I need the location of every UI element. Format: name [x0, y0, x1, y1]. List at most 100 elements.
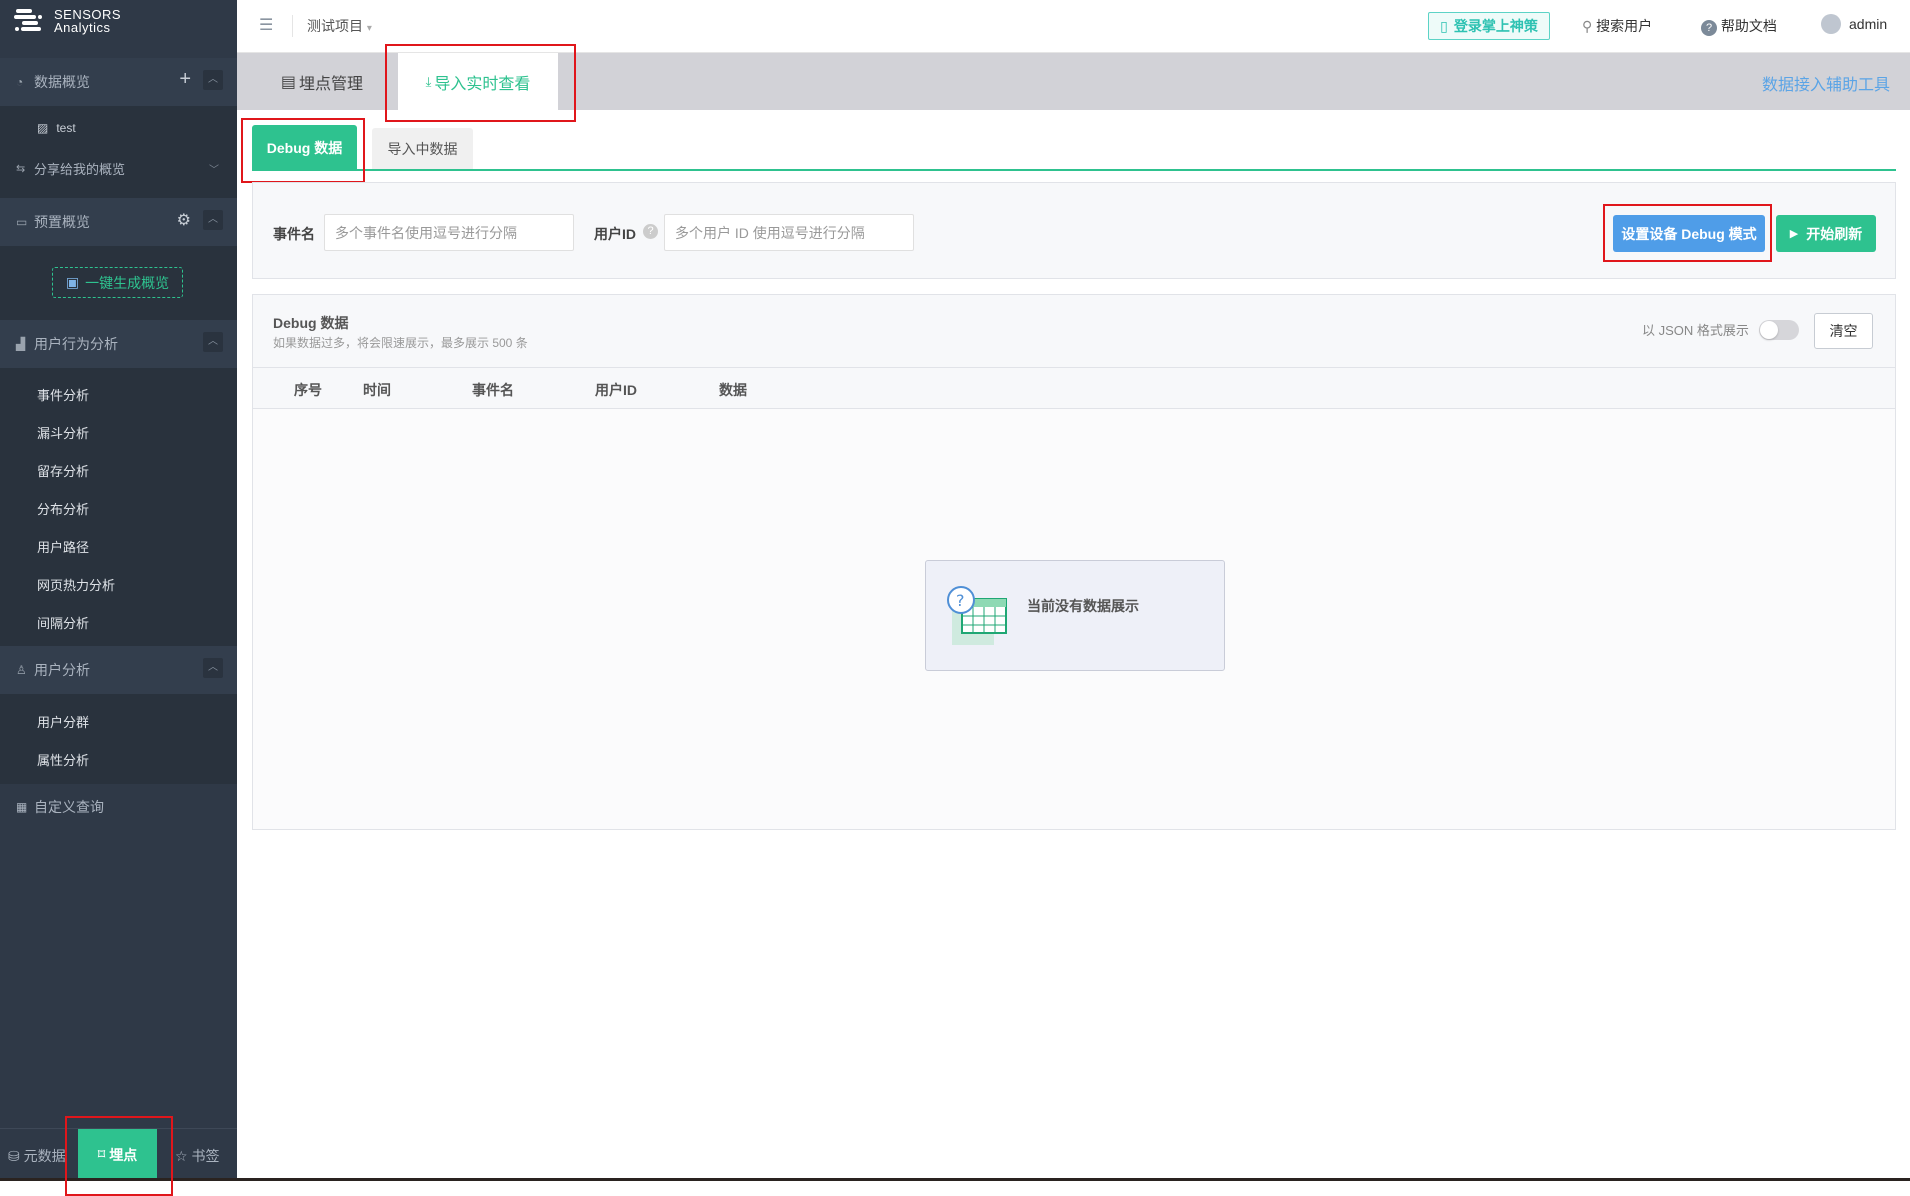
chevron-down-icon[interactable]: ﹀ — [209, 161, 219, 176]
event-name-input[interactable] — [324, 214, 574, 251]
toggle-knob — [1760, 321, 1778, 339]
column-header-index[interactable]: 序号 — [294, 380, 322, 400]
empty-table-icon: ? — [944, 585, 1010, 647]
json-toggle-label: 以 JSON 格式展示 — [1642, 320, 1749, 339]
sidebar-item-property-analysis[interactable]: 属性分析 — [37, 750, 89, 769]
user-icon: ♙ — [16, 663, 34, 677]
highlight-box — [385, 44, 576, 122]
sidebar-item-funnel[interactable]: 漏斗分析 — [37, 423, 89, 442]
add-overview-button[interactable]: + — [179, 68, 191, 91]
sidebar-section-behavior[interactable]: ▟ 用户行为分析 ︿ — [0, 320, 237, 368]
sidebar-section-preset-overview[interactable]: ▭ 预置概览 ⚙ ︿ — [0, 198, 237, 246]
database-icon: ⛁ — [8, 1148, 20, 1164]
metadata-tab[interactable]: ⛁ 元数据 — [8, 1146, 66, 1166]
overview-list: ▨ test ⇆ 分享给我的概览 ﹀ — [0, 106, 237, 198]
column-header-data[interactable]: 数据 — [719, 380, 747, 400]
logo[interactable]: SENSORSAnalytics — [14, 8, 121, 34]
clear-button[interactable]: 清空 — [1814, 313, 1873, 349]
sidebar-item-distribution[interactable]: 分布分析 — [37, 499, 89, 518]
tab-tracking-management[interactable]: ▤埋点管理 — [264, 53, 380, 110]
section-label: 数据概览 — [34, 72, 90, 92]
sidebar-item-custom-query[interactable]: ▦ 自定义查询 — [0, 787, 237, 827]
button-label: 一键生成概览 — [85, 273, 169, 293]
play-icon: ▶ — [1790, 227, 1798, 240]
behavior-list: 事件分析 漏斗分析 留存分析 分布分析 用户路径 网页热力分析 间隔分析 — [0, 368, 237, 646]
tab-label: 埋点管理 — [299, 70, 363, 94]
section-label: 用户分析 — [34, 660, 90, 680]
debug-data-panel: Debug 数据 如果数据过多，将会限速展示，最多展示 500 条 以 JSON… — [252, 294, 1896, 830]
help-docs-link[interactable]: ? 帮助文档 — [1701, 16, 1777, 36]
section-label: 用户行为分析 — [34, 334, 118, 354]
presentation-icon: ▭ — [16, 215, 34, 229]
sidebar-item-event-analysis[interactable]: 事件分析 — [37, 385, 89, 404]
highlight-box — [1603, 204, 1772, 262]
link-label: 帮助文档 — [1721, 18, 1777, 34]
empty-state: ? 当前没有数据展示 — [925, 560, 1225, 671]
svg-text:?: ? — [956, 591, 965, 610]
gauge-icon: ◔ — [16, 75, 34, 89]
sidebar-item-heatmap[interactable]: 网页热力分析 — [37, 575, 115, 594]
sensors-logo-icon — [14, 8, 44, 34]
gear-icon[interactable]: ⚙ — [177, 210, 191, 230]
data-access-helper-link[interactable]: 数据接入辅助工具 — [1762, 71, 1890, 95]
user-menu[interactable]: admin — [1821, 14, 1887, 34]
search-icon: ⚲ — [1582, 18, 1592, 34]
sidebar-item-user-path[interactable]: 用户路径 — [37, 537, 89, 556]
chevron-up-icon[interactable]: ︿ — [203, 658, 223, 678]
bar-chart-icon: ▟ — [16, 337, 34, 351]
user-id-input[interactable] — [664, 214, 914, 251]
logo-line2: Analytics — [54, 21, 121, 34]
bottom-edge — [0, 1178, 1910, 1181]
share-icon: ⇆ — [16, 162, 34, 175]
generate-overview-button[interactable]: ▣一键生成概览 — [52, 267, 183, 298]
help-icon[interactable]: ? — [643, 224, 658, 239]
sidebar-item-shared-overview[interactable]: ⇆ 分享给我的概览 ﹀ — [0, 148, 237, 188]
section-label: 预置概览 — [34, 212, 90, 232]
item-label: 分享给我的概览 — [34, 159, 125, 178]
item-label: 自定义查询 — [34, 797, 104, 817]
chevron-up-icon[interactable]: ︿ — [203, 332, 223, 352]
caret-down-icon: ▾ — [367, 23, 372, 34]
project-name: 测试项目 — [307, 18, 363, 34]
sidebar-item-interval[interactable]: 间隔分析 — [37, 613, 89, 632]
tab-label: 元数据 — [24, 1148, 66, 1164]
chevron-up-icon[interactable]: ︿ — [203, 210, 223, 230]
tab-label: 书签 — [191, 1148, 219, 1164]
json-toggle[interactable] — [1759, 320, 1799, 340]
highlight-box — [241, 118, 365, 183]
user-id-label: 用户ID — [594, 224, 636, 244]
sidebar-section-data-overview[interactable]: ◔ 数据概览 + ︿ — [0, 58, 237, 106]
chart-icon: ▨ — [37, 121, 48, 135]
panel-subtitle: 如果数据过多，将会限速展示，最多展示 500 条 — [273, 334, 528, 351]
sidebar-item-user-segment[interactable]: 用户分群 — [37, 712, 89, 731]
list-icon: ▤ — [281, 72, 296, 92]
project-selector[interactable]: 测试项目 ▾ — [307, 16, 372, 36]
star-icon: ☆ — [175, 1148, 188, 1164]
chevron-up-icon[interactable]: ︿ — [203, 70, 223, 90]
sidebar-item-test[interactable]: ▨ test — [37, 121, 76, 135]
user-analysis-list: 用户分群 属性分析 — [0, 694, 237, 784]
sidebar-section-user-analysis[interactable]: ♙ 用户分析 ︿ — [0, 646, 237, 694]
subtab-importing-data[interactable]: 导入中数据 — [372, 128, 473, 170]
menu-collapse-icon[interactable]: ☰ — [259, 15, 273, 35]
link-label: 搜索用户 — [1596, 18, 1652, 34]
phone-icon: ▯ — [1440, 18, 1448, 35]
search-user-link[interactable]: ⚲ 搜索用户 — [1582, 16, 1652, 36]
column-header-event[interactable]: 事件名 — [472, 380, 514, 400]
column-header-user-id[interactable]: 用户ID — [595, 380, 637, 400]
start-refresh-button[interactable]: ▶ 开始刷新 — [1776, 215, 1876, 252]
login-mobile-button[interactable]: ▯ 登录掌上神策 — [1428, 12, 1550, 40]
item-label: test — [56, 121, 75, 135]
button-label: 登录掌上神策 — [1454, 16, 1538, 36]
sidebar-item-retention[interactable]: 留存分析 — [37, 461, 89, 480]
button-label: 开始刷新 — [1806, 224, 1862, 244]
divider — [292, 15, 293, 37]
help-icon: ? — [1701, 20, 1717, 36]
avatar — [1821, 14, 1841, 34]
sidebar: SENSORSAnalytics ◔ 数据概览 + ︿ ▨ test ⇆ 分享给我… — [0, 0, 237, 1180]
panel-title: Debug 数据 — [273, 313, 348, 333]
bookmark-tab[interactable]: ☆ 书签 — [175, 1146, 219, 1166]
event-name-label: 事件名 — [273, 224, 315, 244]
highlight-box — [65, 1116, 173, 1196]
column-header-time[interactable]: 时间 — [363, 380, 391, 400]
